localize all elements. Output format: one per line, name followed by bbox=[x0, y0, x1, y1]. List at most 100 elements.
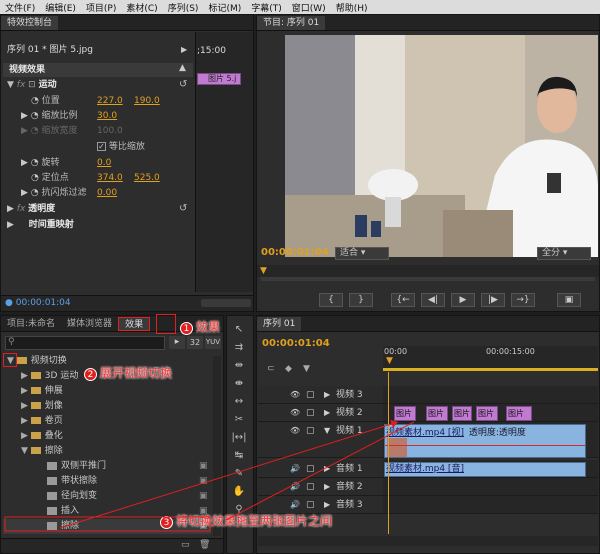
track-header[interactable]: 🔊 ▢ ▶ 音频 1 bbox=[258, 460, 383, 478]
play-button[interactable]: ▶ bbox=[451, 293, 475, 307]
audio-clip[interactable]: 视频素材.mp4 [音] bbox=[384, 462, 586, 477]
menu-item[interactable]: 文件(F) bbox=[0, 1, 40, 14]
program-scrubber[interactable] bbox=[257, 265, 599, 277]
anchor-y-value[interactable]: 525.0 bbox=[134, 171, 160, 185]
fit-dropdown[interactable]: 适合 ▾ bbox=[335, 247, 389, 260]
yuv-effects-icon[interactable]: YUV bbox=[205, 336, 221, 349]
track-header[interactable]: 👁 ▢ ▼ 视频 1 bbox=[258, 422, 383, 458]
menu-item[interactable]: 项目(P) bbox=[81, 1, 121, 14]
expand-arrow-icon[interactable]: ▶ bbox=[21, 431, 31, 441]
track-lane[interactable] bbox=[383, 496, 598, 514]
effects-tree-item[interactable]: ▶ 划像 bbox=[3, 399, 211, 414]
rolling-edit-tool-icon[interactable]: ⇼ bbox=[230, 376, 248, 392]
export-frame-button[interactable]: ▣ bbox=[557, 293, 581, 307]
speaker-icon[interactable]: 🔊 bbox=[290, 478, 300, 496]
motion-row[interactable]: ▼ fx ⊡ 运动 bbox=[7, 78, 193, 92]
speaker-icon[interactable]: 🔊 bbox=[290, 460, 300, 478]
reset-icon[interactable]: ↺ bbox=[179, 79, 187, 90]
tab-project[interactable]: 项目:未命名 bbox=[1, 317, 61, 331]
track-header[interactable]: 👁 ▢ ▶ 视频 2 bbox=[258, 404, 383, 422]
effects-scrollbar[interactable] bbox=[213, 356, 221, 536]
selection-tool-icon[interactable]: ↖ bbox=[230, 322, 248, 338]
expand-arrow-icon[interactable]: ▶ bbox=[21, 386, 31, 396]
uniform-scale-row[interactable]: ✓ 等比缩放 bbox=[97, 140, 145, 154]
expand-arrow-icon[interactable]: ▶ bbox=[21, 416, 31, 426]
effects-tree-item[interactable]: 带状擦除 ▣ bbox=[3, 474, 211, 489]
ripple-edit-tool-icon[interactable]: ⇹ bbox=[230, 358, 248, 374]
stopwatch-icon[interactable]: ◔ bbox=[31, 111, 42, 121]
image-clip[interactable]: 图片 bbox=[426, 406, 448, 421]
menu-item[interactable]: 编辑(E) bbox=[40, 1, 81, 14]
effects-search-input[interactable]: ⚲ bbox=[5, 336, 165, 350]
mini-clip[interactable]: 图片 5.j bbox=[197, 73, 241, 85]
image-clip[interactable]: 图片 bbox=[452, 406, 472, 421]
lock-icon[interactable]: ▢ bbox=[306, 478, 315, 496]
effects-tree-item[interactable]: 双侧平推门 ▣ bbox=[3, 459, 211, 474]
menu-item[interactable]: 序列(S) bbox=[163, 1, 204, 14]
expand-arrow-icon[interactable]: ▼ bbox=[324, 422, 330, 440]
mark-out-button[interactable]: } bbox=[349, 293, 373, 307]
collapse-icon[interactable]: ▲ bbox=[179, 63, 186, 73]
expand-arrow-icon[interactable]: ▶ bbox=[324, 386, 330, 404]
lock-icon[interactable]: ▢ bbox=[306, 460, 315, 478]
video-clip[interactable]: 视频素材.mp4 [视] 透明度:透明度 bbox=[384, 424, 586, 458]
expand-arrow-icon[interactable]: ▶ bbox=[21, 371, 31, 381]
new-folder-icon[interactable]: ▭ bbox=[181, 540, 190, 550]
eye-icon[interactable]: 👁 bbox=[290, 386, 300, 404]
expand-arrow-icon[interactable]: ▶ bbox=[21, 158, 31, 168]
program-zoom-bar[interactable] bbox=[261, 277, 595, 281]
tab-media-browser[interactable]: 媒体浏览器 bbox=[61, 317, 118, 331]
time-remap-row[interactable]: ▶ 时间重映射 bbox=[7, 218, 74, 232]
marker-icon[interactable]: ◆ bbox=[285, 364, 292, 374]
image-clip[interactable]: 图片 bbox=[394, 406, 416, 421]
menu-item[interactable]: 标记(M) bbox=[203, 1, 246, 14]
expand-arrow-icon[interactable]: ▶ bbox=[7, 220, 17, 230]
trash-icon[interactable]: 🗑 bbox=[199, 540, 210, 550]
go-to-out-button[interactable]: →} bbox=[511, 293, 535, 307]
32bit-effects-icon[interactable]: 32 bbox=[187, 336, 203, 349]
reset-icon[interactable]: ↺ bbox=[179, 203, 187, 214]
lock-icon[interactable]: ▢ bbox=[306, 404, 315, 422]
play-arrow-icon[interactable]: ▶ bbox=[181, 45, 189, 55]
expand-arrow-icon[interactable]: ▶ bbox=[324, 460, 330, 478]
scale-value[interactable]: 30.0 bbox=[97, 109, 117, 123]
quality-dropdown[interactable]: 全分 ▾ bbox=[537, 247, 591, 260]
snap-icon[interactable]: ⊂ bbox=[267, 364, 275, 374]
tab-effect-controls[interactable]: 特效控制台 bbox=[1, 16, 59, 30]
image-clip[interactable]: 图片 bbox=[476, 406, 498, 421]
slip-tool-icon[interactable]: |↔| bbox=[230, 430, 248, 446]
opacity-row[interactable]: ▶ fx 透明度 bbox=[7, 202, 55, 216]
track-header[interactable]: 👁 ▢ ▶ 视频 3 bbox=[258, 386, 383, 404]
program-timecode[interactable]: 00:00:01:04 bbox=[261, 246, 329, 260]
slide-tool-icon[interactable]: ↹ bbox=[230, 448, 248, 464]
stopwatch-icon[interactable]: ◔ bbox=[31, 158, 42, 168]
tab-program[interactable]: 节目: 序列 01 bbox=[257, 16, 326, 30]
effects-tree-item[interactable]: ▶ 伸展 bbox=[3, 384, 211, 399]
expand-arrow-icon[interactable]: ▶ bbox=[21, 401, 31, 411]
lock-icon[interactable]: ▢ bbox=[306, 386, 315, 404]
menu-item[interactable]: 窗口(W) bbox=[287, 1, 331, 14]
eye-icon[interactable]: 👁 bbox=[290, 422, 300, 440]
expand-arrow-icon[interactable]: ▶ bbox=[324, 404, 330, 422]
work-area-bar[interactable] bbox=[383, 368, 598, 371]
tab-sequence[interactable]: 序列 01 bbox=[257, 317, 302, 331]
stopwatch-icon[interactable]: ◔ bbox=[31, 96, 42, 106]
track-lane[interactable] bbox=[383, 386, 598, 404]
menu-item[interactable]: 帮助(H) bbox=[331, 1, 373, 14]
zoom-slider[interactable] bbox=[201, 299, 251, 307]
keyframe-icon[interactable]: ▼ bbox=[303, 364, 310, 374]
track-select-tool-icon[interactable]: ⇉ bbox=[230, 340, 248, 356]
tab-effects[interactable]: 效果 bbox=[118, 317, 151, 331]
effects-tree-item[interactable]: ▶ 卷页 bbox=[3, 414, 211, 429]
position-y-value[interactable]: 190.0 bbox=[134, 94, 160, 108]
rotation-value[interactable]: 0.0 bbox=[97, 156, 111, 170]
effects-tree-item[interactable]: 径向划变 ▣ bbox=[3, 489, 211, 504]
timeline-scrollbar[interactable] bbox=[258, 536, 598, 546]
expand-arrow-icon[interactable]: ▶ bbox=[324, 478, 330, 496]
menu-item[interactable]: 字幕(T) bbox=[246, 1, 287, 14]
expand-arrow-icon[interactable]: ▶ bbox=[21, 111, 31, 121]
accelerated-effects-icon[interactable]: ▸ bbox=[169, 336, 185, 349]
step-forward-button[interactable]: |▶ bbox=[481, 293, 505, 307]
lock-icon[interactable]: ▢ bbox=[306, 422, 315, 440]
antiflicker-value[interactable]: 0.00 bbox=[97, 186, 117, 200]
